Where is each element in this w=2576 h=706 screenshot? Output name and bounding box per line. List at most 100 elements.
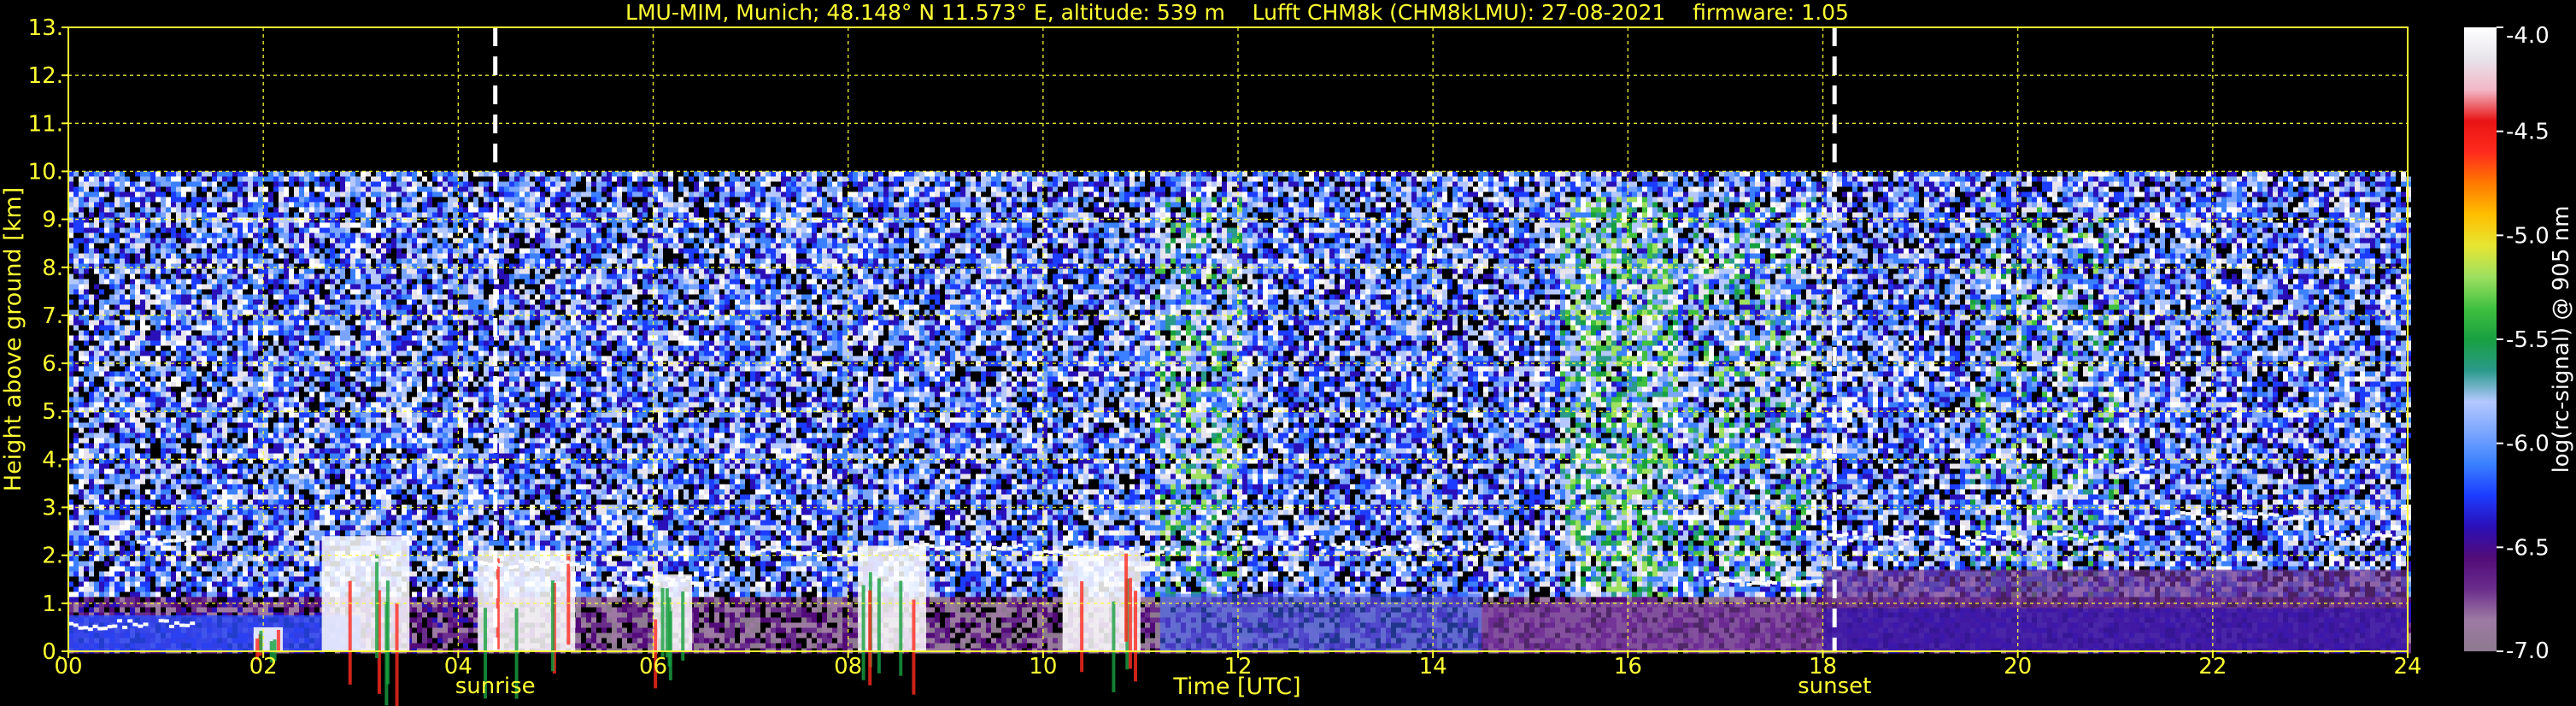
heat-cell (484, 238, 489, 244)
heat-cell (1176, 212, 1181, 218)
heat-cell (2329, 176, 2334, 182)
heat-cell (212, 197, 217, 203)
heat-cell (878, 227, 883, 233)
heat-cell (632, 238, 637, 244)
heat-cell (955, 171, 960, 177)
heat-cell (2114, 227, 2119, 233)
heat-cell (801, 197, 807, 203)
heat-cell (2278, 197, 2283, 203)
heat-cell (1904, 171, 1909, 177)
heat-cell (432, 191, 437, 197)
heat-cell (2093, 171, 2098, 177)
heat-cell (432, 238, 437, 244)
heat-cell (1668, 202, 1673, 208)
heat-cell (1576, 202, 1581, 208)
heat-cell (2324, 227, 2329, 233)
heat-cell (1519, 207, 1524, 213)
heat-cell (1873, 181, 1878, 187)
heat-cell (1232, 212, 1237, 218)
heat-cell (1642, 212, 1647, 218)
heat-cell (2288, 181, 2293, 187)
heat-cell (781, 217, 786, 223)
heat-cell (350, 207, 355, 213)
heat-cell (1939, 186, 1945, 192)
heat-cell (1212, 197, 1217, 203)
heat-cell (2324, 232, 2329, 238)
heat-cell (807, 212, 812, 218)
heat-cell (760, 181, 766, 187)
heat-cell (335, 212, 340, 218)
heat-cell (2360, 217, 2365, 223)
heat-cell (1745, 232, 1750, 238)
heat-cell (837, 171, 842, 177)
heat-cell (2078, 222, 2083, 228)
heat-cell (273, 171, 279, 177)
heat-cell (555, 171, 560, 177)
heat-cell (991, 186, 996, 192)
heat-cell (1570, 227, 1576, 233)
heat-cell (2047, 227, 2052, 233)
heat-cell (2129, 197, 2134, 203)
heat-cell (1622, 207, 1627, 213)
heat-cell (1576, 186, 1581, 192)
heat-cell (1596, 197, 1601, 203)
heat-cell (981, 207, 986, 213)
heat-cell (1765, 212, 1770, 218)
heat-cell (1452, 181, 1458, 187)
heat-cell (1898, 202, 1904, 208)
heat-cell (709, 217, 714, 223)
heat-cell (2344, 212, 2350, 218)
heat-cell (1806, 202, 1811, 208)
heat-cell (325, 171, 330, 177)
heat-cell (2057, 227, 2063, 233)
heat-cell (432, 212, 437, 218)
heat-cell (2027, 202, 2032, 208)
heat-cell (940, 181, 945, 187)
heat-cell (1155, 176, 1160, 182)
heat-cell (2262, 181, 2268, 187)
heat-cell (2298, 227, 2303, 233)
heat-cell (407, 176, 412, 182)
heat-cell (1037, 227, 1042, 233)
heat-cell (145, 212, 150, 218)
heat-cell (1601, 181, 1606, 187)
heat-cell (822, 197, 827, 203)
heat-cell (1329, 197, 1335, 203)
heat-cell (350, 238, 355, 244)
heat-cell (1939, 191, 1945, 197)
heat-cell (432, 171, 437, 177)
heat-cell (279, 238, 284, 244)
heat-cell (386, 197, 391, 203)
heat-cell (2129, 202, 2134, 208)
heat-cell (1278, 232, 1283, 238)
heat-cell (1227, 191, 1232, 197)
heat-cell (648, 176, 653, 182)
heat-cell (2052, 227, 2057, 233)
heat-cell (1258, 171, 1263, 177)
heat-cell (622, 222, 627, 228)
heat-cell (1140, 171, 1145, 177)
heat-cell (2093, 181, 2098, 187)
heat-cell (2006, 227, 2011, 233)
heat-cell (1550, 222, 1555, 228)
heat-cell (2360, 186, 2365, 192)
heat-cell (330, 191, 335, 197)
heat-cell (2262, 191, 2268, 197)
heat-cell (1550, 227, 1555, 233)
heat-cell (2129, 232, 2134, 238)
heat-cell (1124, 197, 1130, 203)
heat-cell (1145, 222, 1150, 228)
heat-cell (125, 232, 130, 238)
heat-cell (2370, 191, 2375, 197)
heat-cell (473, 227, 478, 233)
heat-cell (1663, 212, 1668, 218)
heat-cell (232, 186, 238, 192)
heat-cell (663, 197, 668, 203)
heat-cell (1950, 227, 1955, 233)
heat-cell (2247, 222, 2252, 228)
heat-cell (1765, 171, 1770, 177)
heat-cell (417, 227, 422, 233)
heat-cell (1514, 227, 1519, 233)
heat-cell (289, 227, 294, 233)
heat-cell (99, 202, 104, 208)
